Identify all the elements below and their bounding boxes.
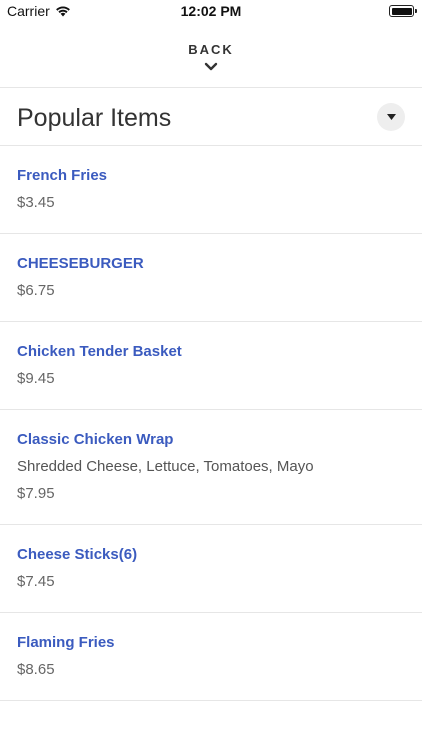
menu-item-list: French Fries $3.45 CHEESEBURGER $6.75 Ch… — [0, 146, 422, 701]
item-name[interactable]: Flaming Fries — [17, 634, 405, 652]
item-price: $8.65 — [17, 661, 55, 678]
back-header: BACK — [0, 22, 422, 88]
item-name[interactable]: CHEESEBURGER — [17, 255, 405, 273]
item-name[interactable]: French Fries — [17, 167, 405, 185]
menu-item[interactable]: French Fries $3.45 — [0, 146, 422, 234]
section-title: Popular Items — [17, 104, 172, 132]
item-price: $3.45 — [17, 194, 55, 211]
status-bar: Carrier 12:02 PM — [0, 0, 422, 22]
menu-item[interactable]: Flaming Fries $8.65 — [0, 613, 422, 701]
battery-icon — [389, 5, 417, 17]
menu-item[interactable]: CHEESEBURGER $6.75 — [0, 234, 422, 322]
menu-item[interactable]: Chicken Tender Basket $9.45 — [0, 322, 422, 410]
chevron-down-icon[interactable] — [204, 62, 218, 72]
section-dropdown-button[interactable] — [377, 103, 405, 131]
clock: 12:02 PM — [180, 3, 242, 19]
section-header: Popular Items — [0, 89, 422, 146]
back-button[interactable]: BACK — [0, 42, 422, 57]
item-description: Shredded Cheese, Lettuce, Tomatoes, Mayo — [17, 458, 314, 475]
menu-item[interactable]: Classic Chicken Wrap Shredded Cheese, Le… — [0, 410, 422, 525]
item-price: $7.95 — [17, 485, 55, 502]
item-name[interactable]: Chicken Tender Basket — [17, 343, 405, 361]
caret-down-icon — [386, 114, 396, 120]
item-price: $9.45 — [17, 370, 55, 387]
item-price: $7.45 — [17, 573, 55, 590]
menu-item[interactable]: Cheese Sticks(6) $7.45 — [0, 525, 422, 613]
item-price: $6.75 — [17, 282, 55, 299]
item-name[interactable]: Cheese Sticks(6) — [17, 546, 405, 564]
item-name[interactable]: Classic Chicken Wrap — [17, 431, 405, 449]
